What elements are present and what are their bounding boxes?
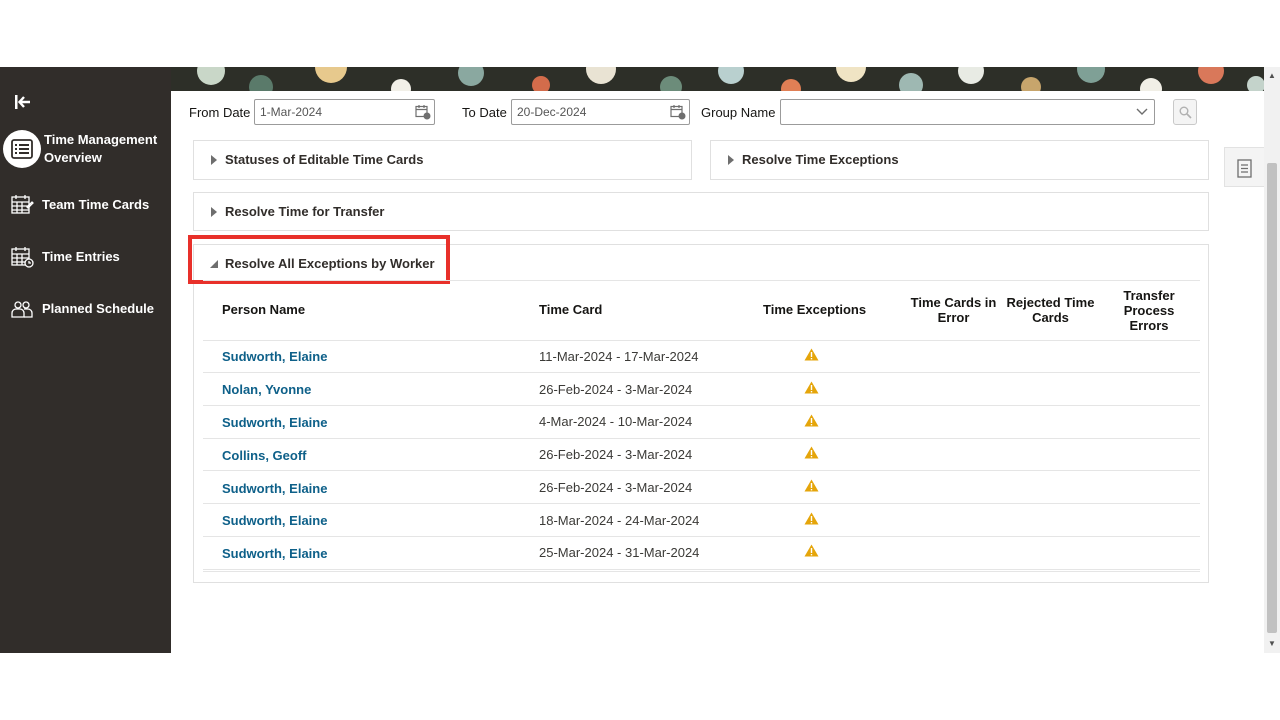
scroll-up-icon[interactable]: ▲ [1268,71,1276,80]
contextual-panel-tab[interactable] [1224,147,1264,187]
search-button[interactable] [1173,99,1197,125]
table-bottom-divider [203,571,1200,572]
scrollbar-thumb[interactable] [1267,163,1277,633]
search-icon [1179,106,1192,119]
scroll-down-icon[interactable]: ▼ [1268,639,1276,648]
panel-title-text: Resolve Time for Transfer [225,204,385,219]
to-date-field[interactable]: 20-Dec-2024 [511,99,690,125]
panel-title-resolve-transfer[interactable]: Resolve Time for Transfer [211,204,384,219]
warning-icon[interactable] [804,544,819,557]
column-header-person-name[interactable]: Person Name [222,302,305,317]
table-row-divider [203,569,1200,570]
warning-icon[interactable] [804,512,819,525]
table-header-divider [203,340,1200,341]
expand-icon [728,154,734,165]
person-name-link[interactable]: Sudworth, Elaine [222,546,327,561]
person-name-link[interactable]: Nolan, Yvonne [222,382,311,397]
table-row-divider [203,372,1200,373]
chevron-down-icon[interactable] [1136,108,1148,116]
person-name-link[interactable]: Sudworth, Elaine [222,349,327,364]
from-date-value: 1-Mar-2024 [260,105,323,119]
sidebar-item-planned-schedule[interactable]: Planned Schedule [0,296,171,322]
person-name-link[interactable]: Sudworth, Elaine [222,513,327,528]
warning-icon[interactable] [804,348,819,361]
person-name-link[interactable]: Sudworth, Elaine [222,415,327,430]
warning-icon[interactable] [804,414,819,427]
column-header-rejected-time-cards[interactable]: Rejected Time Cards [1003,295,1098,325]
page-banner-illustration [171,67,1264,91]
warning-icon[interactable] [804,479,819,492]
document-icon [1237,159,1252,178]
app-frame: Time Management Overview Team Time Cards [0,67,1280,653]
panel-title-text: Resolve Time Exceptions [742,152,899,167]
group-name-label: Group Name [701,105,776,120]
person-name-link[interactable]: Collins, Geoff [222,448,307,463]
column-header-transfer-process-errors[interactable]: Transfer Process Errors [1104,288,1194,333]
sidebar-item-label: Time Entries [42,249,120,264]
calendar-grid-icon [9,192,35,218]
warning-icon[interactable] [804,381,819,394]
people-icon [9,296,35,322]
vertical-scrollbar[interactable]: ▲ ▼ [1264,67,1280,653]
sidebar-item-team-time-cards[interactable]: Team Time Cards [0,192,171,218]
warning-icon[interactable] [804,446,819,459]
collapse-sidebar-icon[interactable] [14,94,32,110]
to-date-label: To Date [462,105,507,120]
column-header-time-exceptions[interactable]: Time Exceptions [763,302,866,317]
table-row-divider [203,536,1200,537]
expand-icon [211,154,217,165]
panel-title-resolve-exceptions[interactable]: Resolve Time Exceptions [728,152,899,167]
time-card-period: 25-Mar-2024 - 31-Mar-2024 [539,545,700,560]
sidebar-item-label: Time Management Overview [44,132,158,165]
expand-icon [211,206,217,217]
panel-title-text: Statuses of Editable Time Cards [225,152,424,167]
from-date-label: From Date [189,105,251,120]
person-name-link[interactable]: Sudworth, Elaine [222,481,327,496]
calendar-icon[interactable] [415,104,431,120]
table-row-divider [203,470,1200,471]
sidebar-item-label: Planned Schedule [42,301,154,316]
calendar-icon[interactable] [670,104,686,120]
column-header-time-card[interactable]: Time Card [539,302,602,317]
sidebar-item-label: Team Time Cards [42,197,150,212]
sidebar-item-time-management-overview[interactable]: Time Management Overview [0,130,171,168]
annotation-highlight-box [188,235,450,284]
table-row-divider [203,438,1200,439]
group-name-select[interactable] [780,99,1155,125]
to-date-value: 20-Dec-2024 [517,105,587,119]
sidebar: Time Management Overview Team Time Cards [0,67,171,653]
list-icon [3,130,41,168]
table-row-divider [203,503,1200,504]
time-card-period: 26-Feb-2024 - 3-Mar-2024 [539,447,693,462]
from-date-field[interactable]: 1-Mar-2024 [254,99,435,125]
time-card-period: 11-Mar-2024 - 17-Mar-2024 [539,349,699,364]
time-card-period: 26-Feb-2024 - 3-Mar-2024 [539,382,693,397]
calendar-table-icon [9,244,35,270]
column-header-time-cards-in-error[interactable]: Time Cards in Error [903,295,1004,325]
time-card-period: 18-Mar-2024 - 24-Mar-2024 [539,513,700,528]
time-card-period: 26-Feb-2024 - 3-Mar-2024 [539,480,693,495]
panel-title-statuses[interactable]: Statuses of Editable Time Cards [211,152,423,167]
table-row-divider [203,405,1200,406]
time-card-period: 4-Mar-2024 - 10-Mar-2024 [539,414,693,429]
table-top-divider [203,280,1200,281]
sidebar-item-time-entries[interactable]: Time Entries [0,244,171,270]
